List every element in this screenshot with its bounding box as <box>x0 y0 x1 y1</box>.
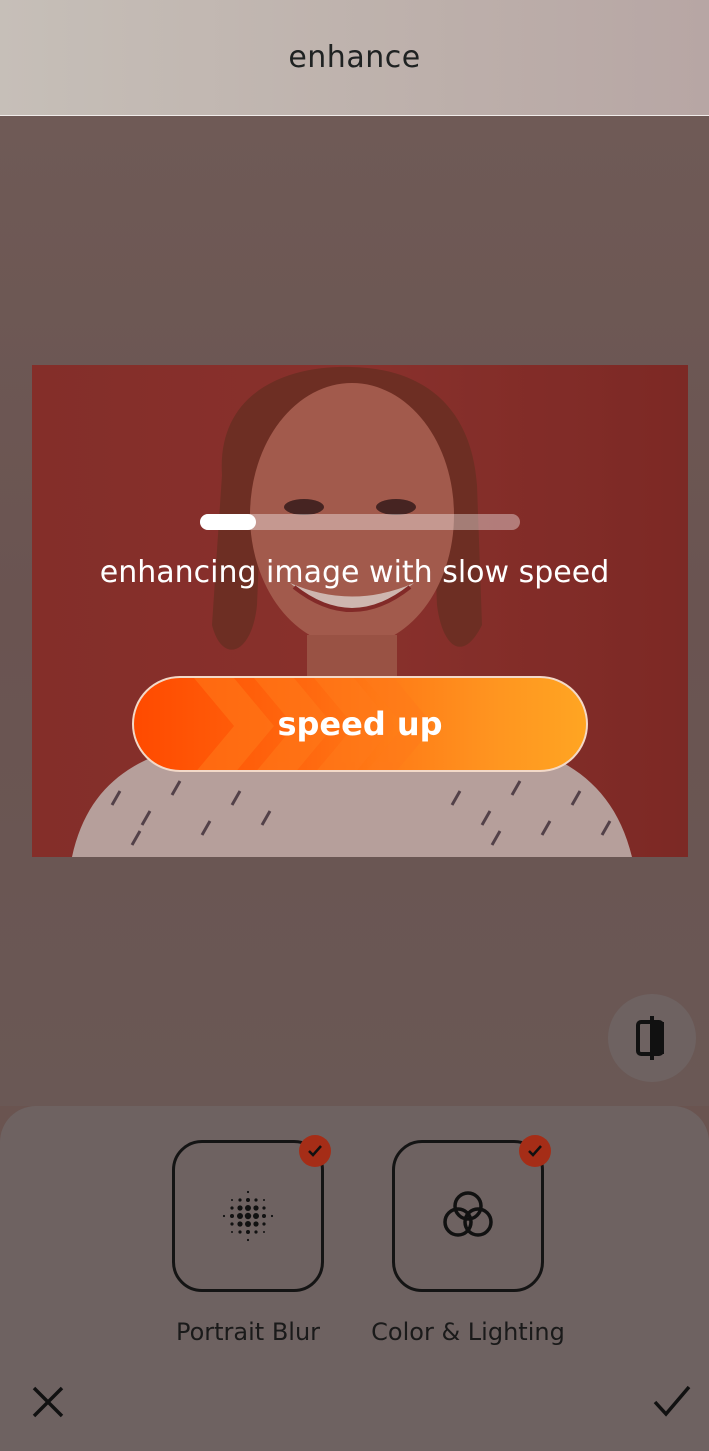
overlapping-circles-icon <box>443 1191 493 1237</box>
compare-button[interactable] <box>608 994 696 1082</box>
checkmark-icon[interactable] <box>652 1384 692 1420</box>
tool-color-lighting-button[interactable] <box>392 1135 551 1292</box>
close-icon[interactable] <box>30 1384 66 1420</box>
compare-split-icon <box>636 1016 664 1060</box>
status-message: enhancing image with slow speed <box>99 555 610 590</box>
tools-panel: Portrait Blur Color & Lighting <box>0 1106 709 1451</box>
tool-label: Color & Lighting <box>371 1318 565 1346</box>
top-bar: enhance <box>0 0 709 116</box>
dots-grid-icon <box>222 1190 274 1242</box>
selected-check-badge <box>519 1135 551 1167</box>
progress-fill <box>200 514 256 530</box>
speed-up-button[interactable]: speed up <box>132 676 588 772</box>
enhance-progress-bar <box>200 514 520 530</box>
check-icon <box>308 1145 322 1157</box>
page-title: enhance <box>288 40 421 75</box>
speed-up-label: speed up <box>277 705 443 743</box>
tool-portrait-blur[interactable]: Portrait Blur <box>172 1135 331 1346</box>
tool-color-lighting[interactable]: Color & Lighting <box>371 1135 565 1346</box>
tool-portrait-blur-button[interactable] <box>172 1135 331 1292</box>
photo-preview <box>32 365 688 857</box>
check-icon <box>528 1145 542 1157</box>
selected-check-badge <box>299 1135 331 1167</box>
